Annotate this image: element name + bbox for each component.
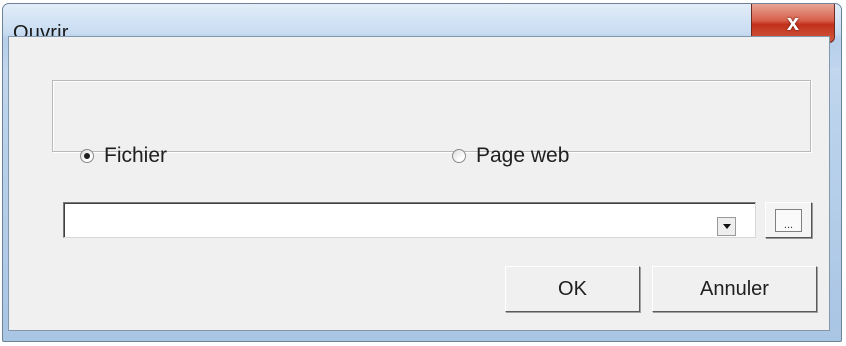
- radio-fichier[interactable]: Fichier: [80, 144, 167, 168]
- radio-button-icon[interactable]: [452, 149, 466, 163]
- path-combobox[interactable]: [63, 202, 756, 238]
- radio-page-web-label: Page web: [476, 144, 570, 167]
- radio-fichier-label: Fichier: [104, 144, 168, 167]
- browse-button[interactable]: ...: [765, 202, 812, 238]
- close-icon: x: [786, 9, 800, 35]
- ellipsis-icon: ...: [775, 209, 802, 232]
- browse-glyph: ...: [783, 219, 794, 231]
- combobox-dropdown-button[interactable]: [717, 217, 736, 236]
- radio-page-web[interactable]: Page web: [452, 144, 569, 168]
- ok-button[interactable]: OK: [505, 266, 640, 312]
- radio-button-icon[interactable]: [80, 149, 94, 163]
- chevron-down-icon: [722, 224, 731, 229]
- source-type-group: [52, 80, 811, 152]
- cancel-button[interactable]: Annuler: [652, 266, 817, 312]
